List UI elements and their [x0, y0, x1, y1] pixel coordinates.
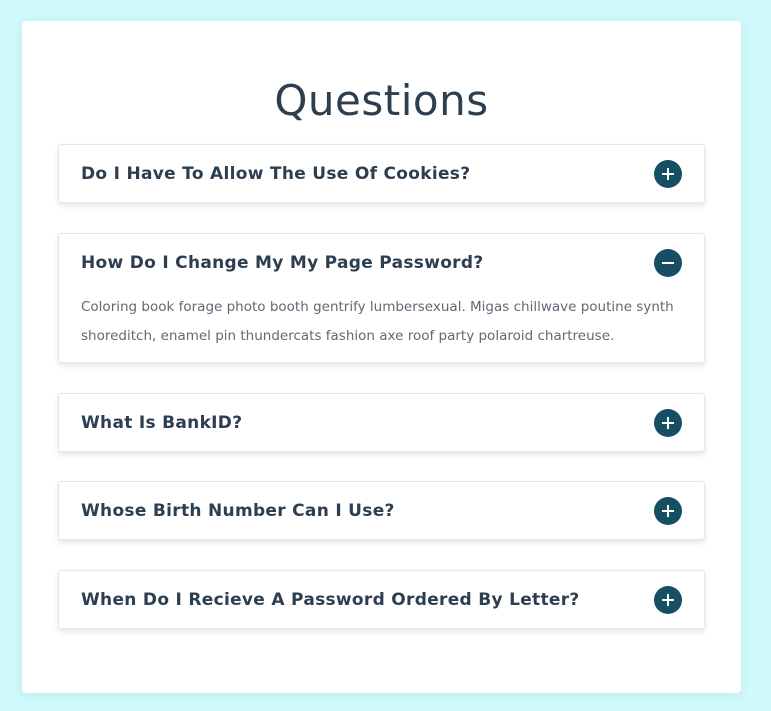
faq-item-password: How Do I Change My My Page Password? Col… — [58, 233, 705, 363]
faq-question-header[interactable]: When Do I Recieve A Password Ordered By … — [59, 571, 704, 628]
faq-item-cookies: Do I Have To Allow The Use Of Cookies? — [58, 144, 705, 203]
faq-question-text: What Is BankID? — [81, 412, 243, 433]
faq-question-text: Whose Birth Number Can I Use? — [81, 500, 395, 521]
plus-icon[interactable] — [654, 159, 682, 188]
faq-question-header[interactable]: Whose Birth Number Can I Use? — [59, 482, 704, 539]
faq-item-birth-number: Whose Birth Number Can I Use? — [58, 481, 705, 540]
page-title: Questions — [274, 76, 489, 125]
faq-question-header[interactable]: What Is BankID? — [59, 394, 704, 451]
faq-item-password-letter: When Do I Recieve A Password Ordered By … — [58, 570, 705, 629]
faq-question-text: How Do I Change My My Page Password? — [81, 252, 484, 273]
faq-question-text: When Do I Recieve A Password Ordered By … — [81, 589, 580, 610]
minus-icon[interactable] — [654, 248, 682, 277]
faq-card: Questions Do I Have To Allow The Use Of … — [22, 21, 741, 693]
faq-question-header[interactable]: Do I Have To Allow The Use Of Cookies? — [59, 145, 704, 202]
plus-icon[interactable] — [654, 585, 682, 614]
faq-answer-text: Coloring book forage photo booth gentrif… — [81, 299, 674, 344]
faq-item-bankid: What Is BankID? — [58, 393, 705, 452]
faq-question-header[interactable]: How Do I Change My My Page Password? — [59, 234, 704, 291]
plus-icon[interactable] — [654, 408, 682, 437]
faq-question-text: Do I Have To Allow The Use Of Cookies? — [81, 163, 471, 184]
plus-icon[interactable] — [654, 496, 682, 525]
